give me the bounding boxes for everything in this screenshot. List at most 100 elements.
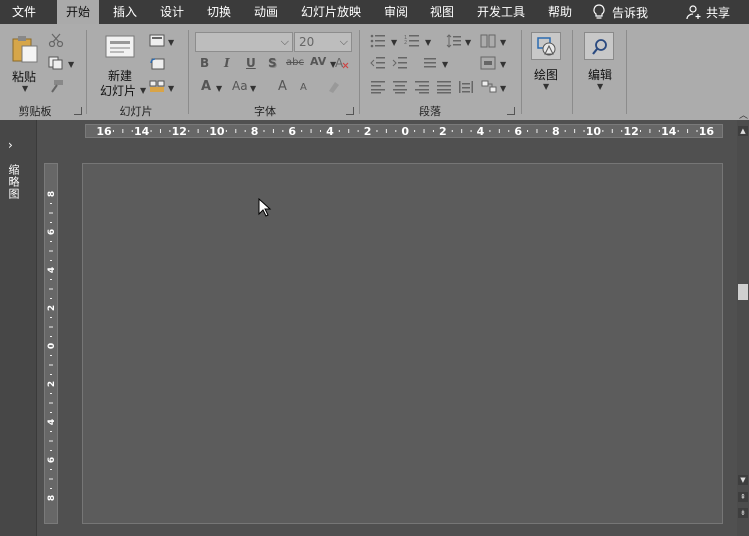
underline-button[interactable]: U	[246, 56, 256, 70]
drawing-button[interactable]	[531, 32, 561, 60]
text-direction-dropdown-arrow[interactable]: ▼	[442, 60, 448, 69]
line-spacing-icon[interactable]	[446, 34, 462, 48]
numbering-dropdown-arrow[interactable]: ▼	[425, 38, 431, 47]
next-slide-icon[interactable]: ⇟	[738, 508, 748, 518]
section-icon[interactable]	[149, 80, 165, 93]
tab-view[interactable]: 视图	[422, 0, 462, 24]
columns-dropdown-arrow[interactable]: ▼	[500, 38, 506, 47]
align-text-dropdown-arrow[interactable]: ▼	[500, 60, 506, 69]
align-center-icon[interactable]	[392, 80, 408, 94]
ruler-label: 14	[134, 125, 150, 137]
change-case-button[interactable]: Aa	[232, 79, 248, 93]
tab-animations[interactable]: 动画	[245, 0, 287, 24]
italic-button[interactable]: I	[224, 56, 230, 70]
text-direction-icon[interactable]	[423, 56, 439, 70]
new-slide-dropdown-arrow[interactable]: ▼	[140, 86, 146, 95]
expand-thumbnails-icon[interactable]: ›	[8, 138, 13, 152]
vertical-scrollbar[interactable]: ▲ ▼ ⇞ ⇟	[737, 120, 749, 536]
copy-dropdown-arrow[interactable]: ▼	[68, 60, 74, 69]
slides-group-label: 幻灯片	[119, 105, 153, 118]
ruler-label: 2	[439, 125, 447, 137]
font-dialog-launcher[interactable]	[346, 107, 354, 115]
previous-slide-icon[interactable]: ⇞	[738, 492, 748, 502]
share-button[interactable]: 共享	[686, 0, 730, 24]
tab-insert[interactable]: 插入	[104, 0, 146, 24]
decrease-indent-icon[interactable]	[370, 56, 386, 70]
scroll-up-icon[interactable]: ▲	[738, 126, 748, 136]
vertical-ruler-ticks: 8 6 4 2 0 2 4 6 8	[47, 191, 57, 501]
editing-dropdown-arrow[interactable]: ▼	[597, 82, 603, 91]
font-name-combo[interactable]: ⌵	[195, 32, 293, 52]
format-painter-icon[interactable]	[48, 79, 64, 93]
tab-review[interactable]: 审阅	[376, 0, 416, 24]
ruler-label: 10	[209, 125, 225, 137]
smartart-icon[interactable]	[481, 80, 497, 94]
ruler-label: 4	[47, 267, 57, 273]
lightbulb-icon	[593, 4, 605, 19]
scroll-down-icon[interactable]: ▼	[738, 475, 748, 485]
layout-dropdown-arrow[interactable]: ▼	[168, 38, 174, 47]
copy-icon[interactable]	[48, 56, 64, 70]
strikethrough-button[interactable]: abc	[286, 57, 304, 68]
character-spacing-button[interactable]: AV	[310, 55, 326, 68]
tab-home[interactable]: 开始	[57, 0, 99, 24]
horizontal-ruler-ticks: 16 14 12 10 8 6 4 2 0 2 4 6 8 10 12 14 16	[96, 125, 714, 137]
clipboard-dialog-launcher[interactable]	[74, 107, 82, 115]
tell-me-label: 告诉我	[612, 5, 649, 20]
reset-slide-icon[interactable]	[149, 57, 165, 70]
bold-button[interactable]: B	[200, 56, 209, 70]
bullets-dropdown-arrow[interactable]: ▼	[391, 38, 397, 47]
ruler-label: 4	[47, 419, 57, 425]
line-spacing-dropdown-arrow[interactable]: ▼	[465, 38, 471, 47]
thumbnail-pane-label: 缩略图	[7, 164, 20, 200]
justify-icon[interactable]	[436, 80, 452, 94]
drawing-dropdown-arrow[interactable]: ▼	[543, 82, 549, 91]
clear-formatting-icon[interactable]: A	[334, 54, 350, 70]
change-case-dropdown-arrow[interactable]: ▼	[250, 84, 256, 93]
chevron-down-icon[interactable]: ⌵	[340, 35, 348, 49]
ruler-label: 0	[47, 343, 57, 349]
paste-dropdown-arrow[interactable]: ▼	[22, 84, 28, 93]
distributed-icon[interactable]	[458, 80, 474, 94]
chevron-down-icon[interactable]: ⌵	[281, 35, 289, 49]
new-slide-label-line2: 幻灯片	[99, 84, 136, 98]
section-dropdown-arrow[interactable]: ▼	[168, 84, 174, 93]
tell-me-search[interactable]: 告诉我	[592, 0, 648, 24]
align-right-icon[interactable]	[414, 80, 430, 94]
tab-file[interactable]: 文件	[0, 0, 48, 24]
person-add-icon	[686, 5, 701, 20]
layout-icon[interactable]	[149, 34, 165, 47]
paragraph-dialog-launcher[interactable]	[507, 107, 515, 115]
shadow-button[interactable]: S	[268, 56, 277, 70]
tab-transitions[interactable]: 切换	[198, 0, 240, 24]
bullets-icon[interactable]	[370, 34, 386, 48]
shrink-font-button[interactable]: A	[300, 82, 307, 93]
tab-help[interactable]: 帮助	[540, 0, 580, 24]
numbering-icon[interactable]: 12	[404, 34, 420, 48]
font-color-dropdown-arrow[interactable]: ▼	[216, 84, 222, 93]
tab-design[interactable]: 设计	[151, 0, 193, 24]
tab-developer[interactable]: 开发工具	[470, 0, 532, 24]
align-text-icon[interactable]	[480, 56, 496, 70]
vertical-ruler: 8 6 4 2 0 2 4 6 8	[44, 163, 58, 524]
ruler-label: 2	[47, 305, 57, 311]
cut-icon[interactable]	[48, 33, 64, 47]
font-color-button[interactable]: A	[201, 79, 211, 94]
smartart-dropdown-arrow[interactable]: ▼	[500, 84, 506, 93]
new-slide-icon[interactable]	[104, 32, 136, 60]
columns-icon[interactable]	[480, 34, 496, 48]
group-separator	[572, 30, 573, 114]
tab-slideshow[interactable]: 幻灯片放映	[293, 0, 369, 24]
font-size-combo[interactable]: 20 ⌵	[294, 32, 352, 52]
increase-indent-icon[interactable]	[392, 56, 408, 70]
ruler-label: 6	[288, 125, 296, 137]
slide-canvas[interactable]	[82, 163, 723, 524]
editing-button[interactable]	[584, 32, 614, 60]
scrollbar-thumb[interactable]	[738, 284, 748, 300]
ruler-label: 0	[401, 125, 409, 137]
ruler-label: 2	[364, 125, 372, 137]
align-left-icon[interactable]	[370, 80, 386, 94]
highlight-icon[interactable]	[326, 80, 342, 94]
paste-icon[interactable]	[10, 34, 40, 64]
grow-font-button[interactable]: A	[278, 79, 287, 94]
